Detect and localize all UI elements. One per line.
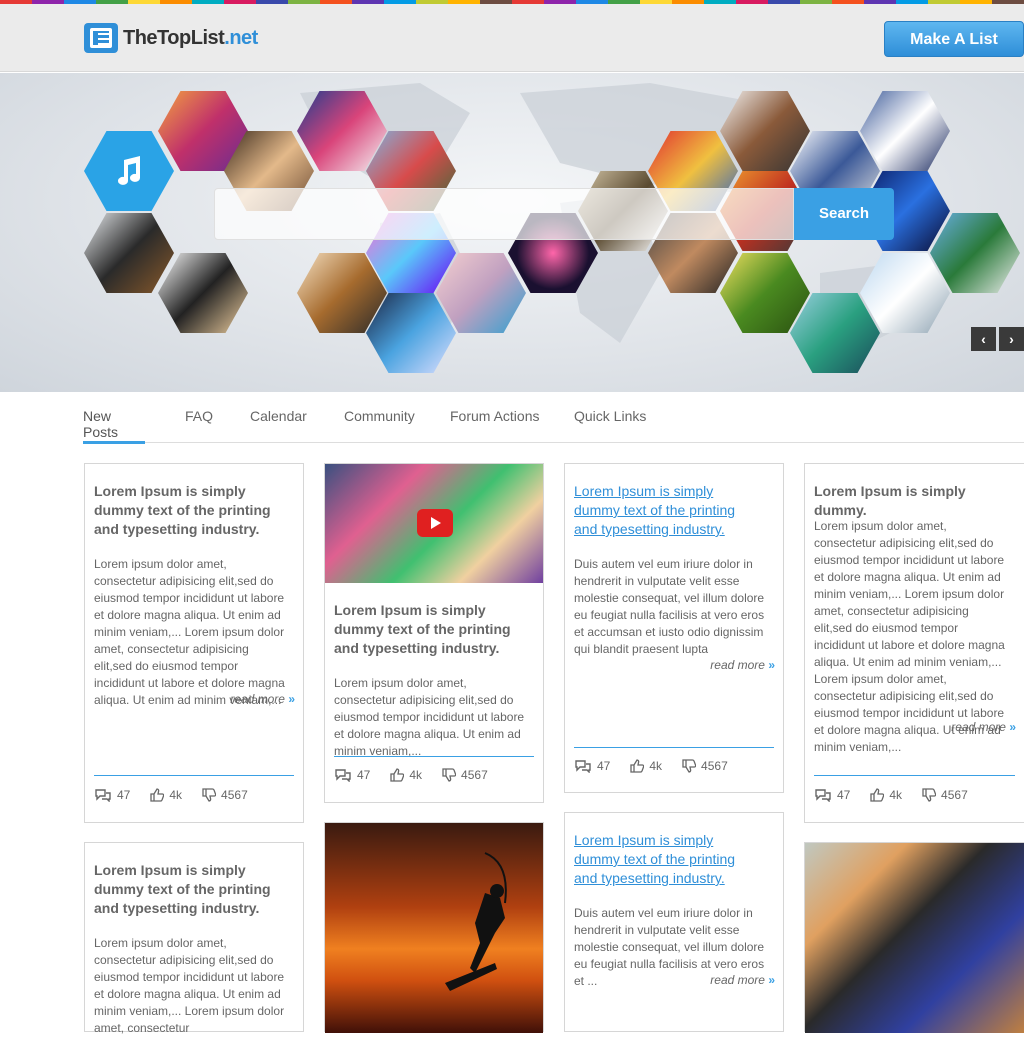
dislikes-stat[interactable]: 4567 — [202, 788, 248, 802]
card-divider — [94, 775, 294, 776]
logo-text-main: TheTopList — [123, 26, 225, 49]
read-more-link[interactable]: read more — [951, 720, 1016, 734]
post-stats: 47 4k 4567 — [814, 788, 1015, 802]
read-more-link[interactable]: read more — [710, 658, 775, 672]
dislikes-count: 4567 — [221, 788, 248, 802]
post-excerpt: Duis autem vel eum iriure dolor in hendr… — [574, 557, 765, 656]
likes-count: 4k — [649, 759, 663, 773]
search-button[interactable]: Search — [794, 188, 894, 240]
comments-icon — [335, 769, 351, 782]
post-excerpt: Lorem ipsum dolor amet, consectetur adip… — [94, 557, 285, 707]
comments-icon — [575, 760, 591, 773]
music-note-icon — [118, 156, 140, 185]
hero-banner: Search ‹ › — [0, 73, 1024, 392]
dislikes-count: 4567 — [941, 788, 968, 802]
post-card: Lorem Ipsum is simply dummy text of the … — [564, 812, 784, 1032]
tab-forum-actions[interactable]: Forum Actions — [450, 408, 539, 442]
slider-prev-arrow[interactable]: ‹ — [971, 327, 996, 351]
thumbs-up-icon — [390, 768, 405, 782]
tab-quick-links[interactable]: Quick Links — [574, 408, 646, 442]
nav-tabs: New Posts FAQ Calendar Community Forum A… — [83, 408, 1024, 444]
post-title[interactable]: Lorem Ipsum is simply dummy text of the … — [85, 861, 295, 918]
read-more-link[interactable]: read more — [230, 692, 295, 706]
thumbs-up-icon — [150, 788, 165, 802]
tab-faq[interactable]: FAQ — [185, 408, 213, 442]
comments-stat[interactable]: 47 — [574, 759, 610, 773]
search-input[interactable] — [214, 188, 794, 240]
logo-text: TheTopList.net — [123, 27, 258, 50]
thumbs-down-icon — [922, 788, 937, 802]
likes-stat[interactable]: 4k — [150, 788, 182, 802]
post-title[interactable]: Lorem Ipsum is simply dummy text of the … — [85, 482, 295, 539]
post-card: Lorem Ipsum is simply dummy. Lorem ipsum… — [804, 463, 1024, 823]
logo-text-ext: .net — [224, 26, 258, 49]
post-image[interactable] — [805, 843, 1024, 1033]
post-card — [804, 842, 1024, 1033]
thumbs-down-icon — [682, 759, 697, 773]
slider-next-arrow[interactable]: › — [999, 327, 1024, 351]
post-excerpt: Lorem ipsum dolor amet, consectetur adip… — [94, 936, 285, 1035]
comments-icon — [815, 789, 831, 802]
post-title-link[interactable]: Lorem Ipsum is simply dummy text of the … — [565, 482, 765, 539]
post-title-link[interactable]: Lorem Ipsum is simply dummy text of the … — [565, 831, 765, 888]
thumbs-up-icon — [630, 759, 645, 773]
site-header: TheTopList.net Make A List — [0, 4, 1024, 72]
comments-count: 47 — [117, 788, 131, 802]
likes-stat[interactable]: 4k — [630, 759, 662, 773]
post-card: Lorem Ipsum is simply dummy text of the … — [84, 463, 304, 823]
thumbs-down-icon — [442, 768, 457, 782]
likes-count: 4k — [409, 768, 423, 782]
dislikes-stat[interactable]: 4567 — [442, 768, 488, 782]
play-icon[interactable] — [417, 509, 453, 537]
post-card: Lorem Ipsum is simply dummy text of the … — [324, 463, 544, 803]
comments-count: 47 — [597, 759, 611, 773]
likes-count: 4k — [889, 788, 903, 802]
post-card: Lorem Ipsum is simply dummy text of the … — [564, 463, 784, 793]
thumbs-down-icon — [202, 788, 217, 802]
card-divider — [814, 775, 1015, 776]
post-stats: 47 4k 4567 — [574, 759, 774, 773]
tab-calendar[interactable]: Calendar — [250, 408, 307, 442]
site-logo[interactable]: TheTopList.net — [84, 23, 258, 53]
card-divider — [334, 756, 534, 757]
comments-stat[interactable]: 47 — [814, 788, 850, 802]
post-title[interactable]: Lorem Ipsum is simply dummy. — [805, 482, 1015, 520]
comments-count: 47 — [357, 768, 371, 782]
post-stats: 47 4k 4567 — [94, 788, 294, 802]
post-title[interactable]: Lorem Ipsum is simply dummy text of the … — [325, 601, 535, 658]
video-thumbnail[interactable] — [325, 464, 543, 583]
thumbs-up-icon — [870, 788, 885, 802]
list-logo-icon — [84, 23, 118, 53]
search-bar: Search — [214, 188, 894, 240]
comments-stat[interactable]: 47 — [334, 768, 370, 782]
likes-stat[interactable]: 4k — [870, 788, 902, 802]
likes-stat[interactable]: 4k — [390, 768, 422, 782]
card-divider — [574, 747, 774, 748]
tab-community[interactable]: Community — [344, 408, 415, 442]
kitesurfer-silhouette-icon — [445, 852, 507, 991]
make-a-list-button[interactable]: Make A List — [884, 21, 1024, 57]
comments-count: 47 — [837, 788, 851, 802]
likes-count: 4k — [169, 788, 183, 802]
dislikes-stat[interactable]: 4567 — [682, 759, 728, 773]
comments-icon — [95, 789, 111, 802]
dislikes-stat[interactable]: 4567 — [922, 788, 968, 802]
post-image[interactable] — [325, 823, 543, 1033]
dislikes-count: 4567 — [701, 759, 728, 773]
post-stats: 47 4k 4567 — [334, 768, 534, 782]
tab-new-posts[interactable]: New Posts — [83, 408, 145, 444]
read-more-link[interactable]: read more — [710, 973, 775, 987]
dislikes-count: 4567 — [461, 768, 488, 782]
post-card: Lorem Ipsum is simply dummy text of the … — [84, 842, 304, 1035]
post-excerpt: Lorem ipsum dolor amet, consectetur adip… — [334, 676, 525, 758]
post-card — [324, 822, 544, 1033]
comments-stat[interactable]: 47 — [94, 788, 130, 802]
